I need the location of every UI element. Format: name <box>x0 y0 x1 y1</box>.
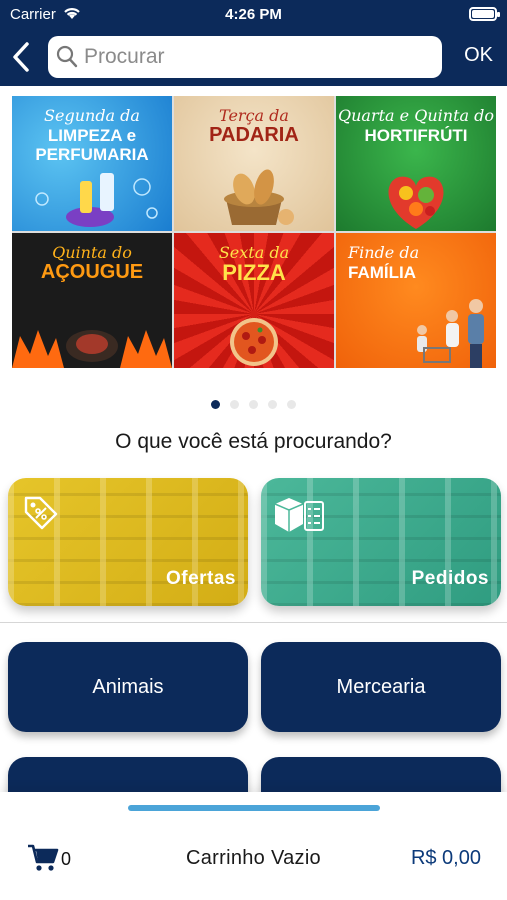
bread-basket-icon <box>224 169 294 225</box>
header-bar: Carrier 4:26 PM OK <box>0 0 507 86</box>
tile-title: FAMÍLIA <box>348 263 416 282</box>
pagination-dot-active[interactable] <box>211 400 220 409</box>
price-tag-icon <box>20 492 60 537</box>
back-button[interactable] <box>8 40 34 74</box>
tile-day-label: Terça da <box>219 106 289 125</box>
vegetables-heart-icon <box>388 176 444 229</box>
search-box[interactable] <box>48 36 442 78</box>
status-bar: Carrier 4:26 PM <box>0 0 507 28</box>
promo-banner[interactable]: Segunda da LIMPEZA e PERFUMARIA Terça da… <box>12 96 496 368</box>
pagination-dot[interactable] <box>287 400 296 409</box>
drag-handle[interactable] <box>128 805 380 811</box>
back-chevron-icon <box>13 42 29 72</box>
cart-total: R$ 0,00 <box>410 847 481 869</box>
family-shopping-icon <box>417 299 484 368</box>
offers-label: Ofertas <box>165 568 236 589</box>
tile-day-label: Segunda da <box>44 106 140 125</box>
tile-title: HORTIFRÚTI <box>364 126 468 145</box>
tile-day-label: Finde da <box>348 243 420 262</box>
banner-tile-hortifruti[interactable]: Quarta e Quinta do HORTIFRÚTI <box>336 96 496 231</box>
app-screen: Carrier 4:26 PM OK Segunda da LIMPEZA e … <box>0 0 507 900</box>
department-button-mercearia[interactable]: Mercearia <box>261 642 501 732</box>
tile-day-label: Quinta do <box>52 243 132 262</box>
boxes-checklist-icon <box>273 492 325 541</box>
section-divider <box>0 622 507 623</box>
tile-title: AÇOUGUE <box>40 261 144 283</box>
banner-tile-padaria[interactable]: Terça da PADARIA <box>174 96 334 231</box>
cleaning-products-icon <box>35 173 158 227</box>
pagination-dot[interactable] <box>249 400 258 409</box>
banner-tile-limpeza[interactable]: Segunda da LIMPEZA e PERFUMARIA <box>12 96 172 231</box>
battery-icon <box>469 7 500 21</box>
banner-tile-familia[interactable]: Finde da FAMÍLIA <box>336 233 496 368</box>
pagination-dot[interactable] <box>230 400 239 409</box>
clock-label: 4:26 PM <box>225 6 282 23</box>
pagination-dot[interactable] <box>268 400 277 409</box>
section-question: O que você está procurando? <box>115 430 392 453</box>
banner-pagination[interactable] <box>0 396 507 409</box>
pizza-icon <box>230 318 278 366</box>
tile-title: PIZZA <box>222 260 286 285</box>
ok-button[interactable]: OK <box>464 44 493 67</box>
cart-bar[interactable]: 0 Carrinho Vazio R$ 0,00 <box>0 792 507 900</box>
department-button-animais[interactable]: Animais <box>8 642 248 732</box>
tile-day-label: Quarta e Quinta do <box>338 106 494 125</box>
search-icon <box>56 45 78 74</box>
orders-label: Pedidos <box>411 568 489 589</box>
search-input[interactable] <box>84 42 424 72</box>
banner-tile-pizza[interactable]: Sexta da PIZZA <box>174 233 334 368</box>
grill-flames-icon <box>12 330 172 368</box>
banner-tile-acougue[interactable]: Quinta do AÇOUGUE <box>12 233 172 368</box>
tile-title: PADARIA <box>209 124 299 146</box>
orders-card[interactable]: Pedidos <box>261 478 501 606</box>
offers-card[interactable]: Ofertas <box>8 478 248 606</box>
